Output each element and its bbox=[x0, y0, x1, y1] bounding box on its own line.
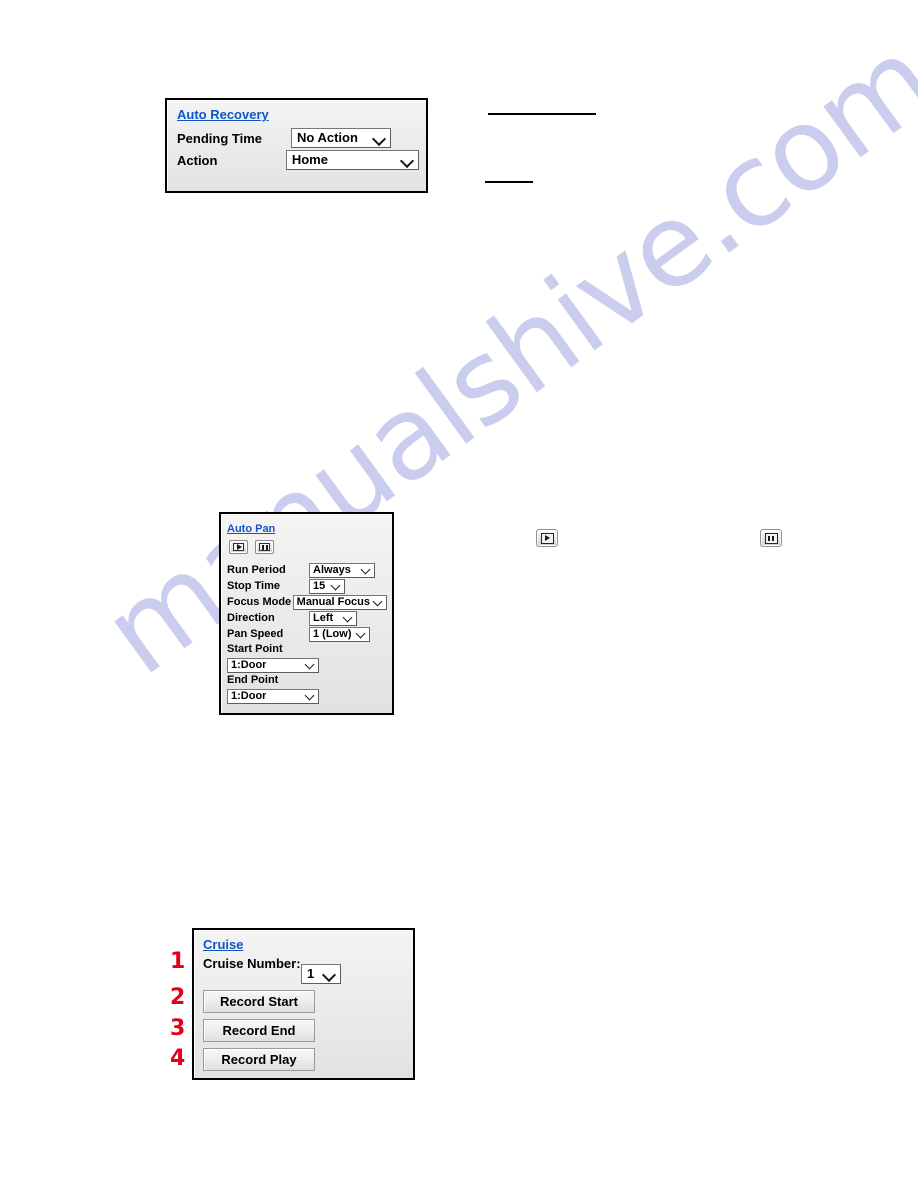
callout-number-3: 3 bbox=[170, 1016, 186, 1041]
redaction-rule-upper bbox=[488, 113, 596, 115]
redaction-rule-lower bbox=[485, 181, 533, 183]
inline-play-button[interactable] bbox=[536, 529, 558, 547]
pan-speed-value: 1 (Low) bbox=[313, 627, 352, 640]
chevron-down-icon bbox=[343, 613, 354, 624]
action-value: Home bbox=[291, 152, 328, 167]
auto-pan-panel: Auto Pan Run Period Always Stop Time 15 bbox=[219, 512, 394, 715]
run-period-value: Always bbox=[313, 563, 351, 576]
pending-time-select[interactable]: No Action bbox=[291, 128, 391, 148]
callout-number-4: 4 bbox=[170, 1046, 186, 1071]
direction-label: Direction bbox=[227, 612, 275, 624]
chevron-down-icon bbox=[361, 565, 372, 576]
start-point-value: 1:Door bbox=[231, 659, 267, 671]
stop-time-row: Stop Time 15 bbox=[227, 578, 387, 594]
pan-speed-label: Pan Speed bbox=[227, 628, 284, 640]
start-point-label: Start Point bbox=[227, 643, 283, 655]
pan-speed-select[interactable]: 1 (Low) bbox=[309, 626, 370, 642]
pending-time-label: Pending Time bbox=[177, 130, 262, 146]
run-period-select[interactable]: Always bbox=[309, 562, 375, 578]
chevron-down-icon bbox=[305, 660, 316, 671]
pause-icon bbox=[764, 532, 778, 544]
stop-time-value: 15 bbox=[313, 579, 326, 592]
action-label: Action bbox=[177, 152, 218, 168]
auto-pan-title[interactable]: Auto Pan bbox=[227, 523, 275, 535]
callout-number-1: 1 bbox=[170, 949, 186, 974]
cruise-number-row: Cruise Number: 1 bbox=[203, 957, 405, 984]
focus-mode-row: Focus Mode Manual Focus bbox=[227, 594, 387, 610]
pan-speed-row: Pan Speed 1 (Low) bbox=[227, 626, 387, 642]
chevron-down-icon bbox=[356, 629, 367, 640]
auto-pan-transport-controls bbox=[229, 540, 387, 554]
pending-time-value: No Action bbox=[297, 130, 358, 145]
record-end-button[interactable]: Record End bbox=[203, 1019, 315, 1042]
direction-value: Left bbox=[313, 611, 334, 624]
cruise-title[interactable]: Cruise bbox=[203, 937, 243, 952]
start-point-select[interactable]: 1:Door bbox=[227, 658, 319, 673]
cruise-number-label: Cruise Number: bbox=[203, 956, 301, 971]
auto-recovery-panel: Auto Recovery Pending Time No Action Act… bbox=[165, 98, 428, 193]
chevron-down-icon bbox=[373, 132, 386, 145]
stop-time-label: Stop Time bbox=[227, 580, 280, 592]
cruise-number-value: 1 bbox=[307, 966, 315, 981]
focus-mode-select[interactable]: Manual Focus bbox=[292, 594, 387, 610]
run-period-label: Run Period bbox=[227, 564, 286, 576]
chevron-down-icon bbox=[373, 597, 384, 608]
auto-recovery-action-row: Action Home bbox=[177, 150, 419, 170]
focus-mode-value: Manual Focus bbox=[296, 595, 370, 608]
stop-time-select[interactable]: 15 bbox=[309, 578, 345, 594]
direction-row: Direction Left bbox=[227, 610, 387, 626]
auto-recovery-pending-time-row: Pending Time No Action bbox=[177, 128, 419, 148]
callout-number-2: 2 bbox=[170, 985, 186, 1010]
chevron-down-icon bbox=[331, 581, 342, 592]
chevron-down-icon bbox=[305, 691, 316, 702]
auto-pan-play-button[interactable] bbox=[229, 540, 248, 554]
run-period-row: Run Period Always bbox=[227, 562, 387, 578]
pause-icon bbox=[259, 543, 270, 551]
chevron-down-icon bbox=[323, 968, 336, 981]
focus-mode-label: Focus Mode bbox=[227, 596, 292, 608]
end-point-value: 1:Door bbox=[231, 690, 267, 702]
direction-select[interactable]: Left bbox=[309, 610, 357, 626]
inline-pause-button[interactable] bbox=[760, 529, 782, 547]
record-start-button[interactable]: Record Start bbox=[203, 990, 315, 1013]
auto-pan-pause-button[interactable] bbox=[255, 540, 274, 554]
play-icon bbox=[540, 532, 554, 544]
end-point-label: End Point bbox=[227, 674, 279, 686]
chevron-down-icon bbox=[401, 154, 414, 167]
cruise-panel: Cruise Cruise Number: 1 Record Start Rec… bbox=[192, 928, 415, 1080]
play-icon bbox=[233, 543, 244, 551]
auto-recovery-title[interactable]: Auto Recovery bbox=[177, 107, 269, 122]
record-play-button[interactable]: Record Play bbox=[203, 1048, 315, 1071]
action-select[interactable]: Home bbox=[285, 150, 419, 170]
end-point-select[interactable]: 1:Door bbox=[227, 689, 319, 704]
cruise-number-select[interactable]: 1 bbox=[301, 964, 341, 984]
